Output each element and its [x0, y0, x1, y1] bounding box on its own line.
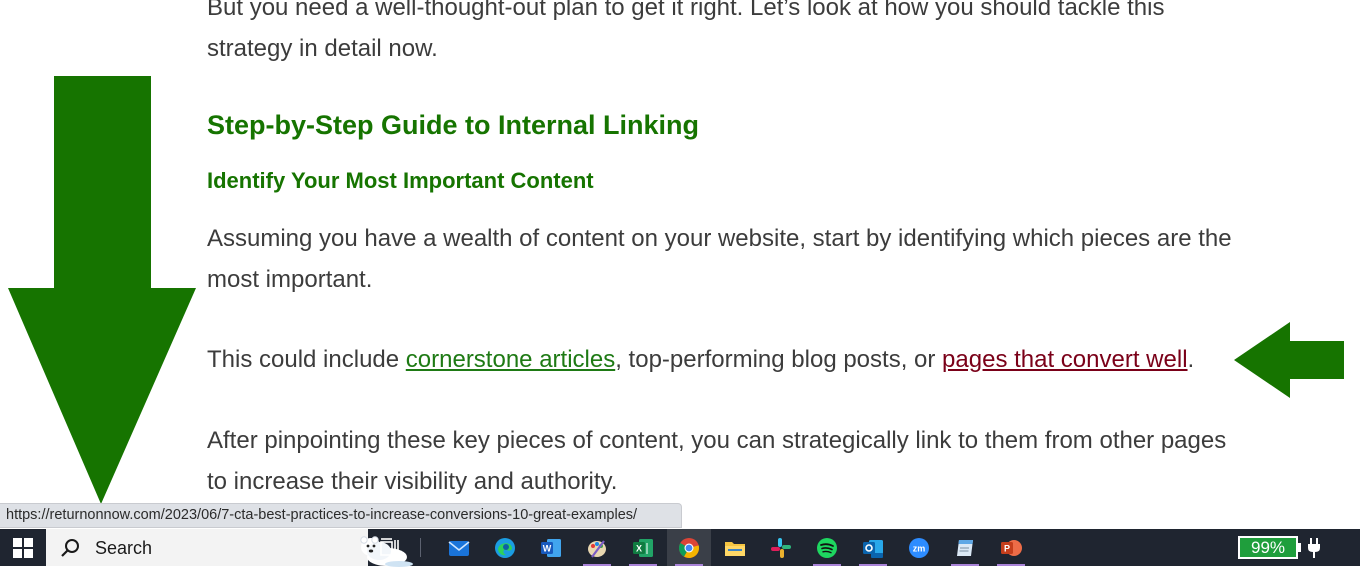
paragraph-examples-suffix: . — [1187, 346, 1195, 373]
powerpoint-icon: P — [1001, 540, 1022, 556]
section-heading: Step-by-Step Guide to Internal Linking — [207, 110, 700, 140]
folder-icon — [725, 542, 745, 556]
taskbar-mail[interactable] — [437, 529, 481, 566]
search-icon — [61, 539, 79, 557]
taskbar-file-explorer[interactable] — [713, 529, 757, 566]
taskbar-word[interactable]: W — [529, 529, 573, 566]
paint-icon — [588, 540, 606, 558]
svg-text:zm: zm — [913, 544, 926, 554]
excel-icon: X — [633, 539, 653, 557]
paragraph-examples: This could include cornerstone articles,… — [207, 340, 1237, 381]
spotify-icon — [817, 538, 837, 558]
status-bar-url: https://returnonnow.com/2023/06/7-cta-be… — [0, 503, 682, 528]
start-button[interactable] — [0, 529, 46, 566]
down-arrow-annotation — [8, 76, 196, 504]
taskbar-excel[interactable]: X — [621, 529, 665, 566]
pages-convert-well-link[interactable]: pages that convert well — [942, 346, 1187, 373]
taskbar-task-view[interactable] — [368, 529, 412, 566]
subsection-heading: Identify Your Most Important Content — [207, 168, 594, 193]
taskbar-chrome[interactable] — [667, 529, 711, 566]
svg-text:X: X — [636, 544, 642, 554]
taskbar-spotify[interactable] — [805, 529, 849, 566]
left-arrow-annotation — [1234, 322, 1344, 398]
svg-text:P: P — [1004, 544, 1010, 554]
paragraph-important-content: Assuming you have a wealth of content on… — [207, 225, 1232, 293]
search-label: Search — [95, 538, 153, 558]
battery-terminal — [1298, 543, 1301, 552]
chrome-icon — [679, 538, 700, 559]
taskbar-notepad[interactable] — [943, 529, 987, 566]
taskbar-search-box[interactable]: Search — [46, 529, 413, 567]
taskbar: Search W X zm P 99% — [0, 529, 1360, 567]
edge-icon — [495, 538, 515, 558]
task-view-icon — [380, 538, 399, 557]
taskbar-outlook[interactable] — [851, 529, 895, 566]
power-plug-icon — [1308, 538, 1320, 558]
intro-paragraph: But you need a well-thought-out plan to … — [207, 0, 1165, 62]
windows-logo-icon — [13, 538, 33, 558]
taskbar-powerpoint[interactable]: P — [989, 529, 1033, 566]
cornerstone-articles-link[interactable]: cornerstone articles — [406, 346, 615, 373]
slack-icon — [771, 538, 791, 558]
mail-icon — [448, 541, 470, 556]
svg-text:W: W — [543, 544, 552, 554]
taskbar-zoom[interactable]: zm — [897, 529, 941, 566]
word-icon: W — [541, 539, 561, 557]
taskbar-divider — [420, 538, 421, 557]
paragraph-examples-prefix: This could include — [207, 346, 406, 373]
paragraph-examples-middle: , top-performing blog posts, or — [615, 346, 943, 373]
zoom-icon: zm — [909, 538, 929, 558]
taskbar-slack[interactable] — [759, 529, 803, 566]
notepad-icon — [957, 540, 973, 556]
paragraph-pinpointing: After pinpointing these key pieces of co… — [207, 427, 1227, 495]
battery-indicator[interactable]: 99% — [1238, 536, 1298, 559]
taskbar-edge[interactable] — [483, 529, 527, 566]
taskbar-paint[interactable] — [575, 529, 619, 566]
outlook-icon — [863, 540, 883, 558]
